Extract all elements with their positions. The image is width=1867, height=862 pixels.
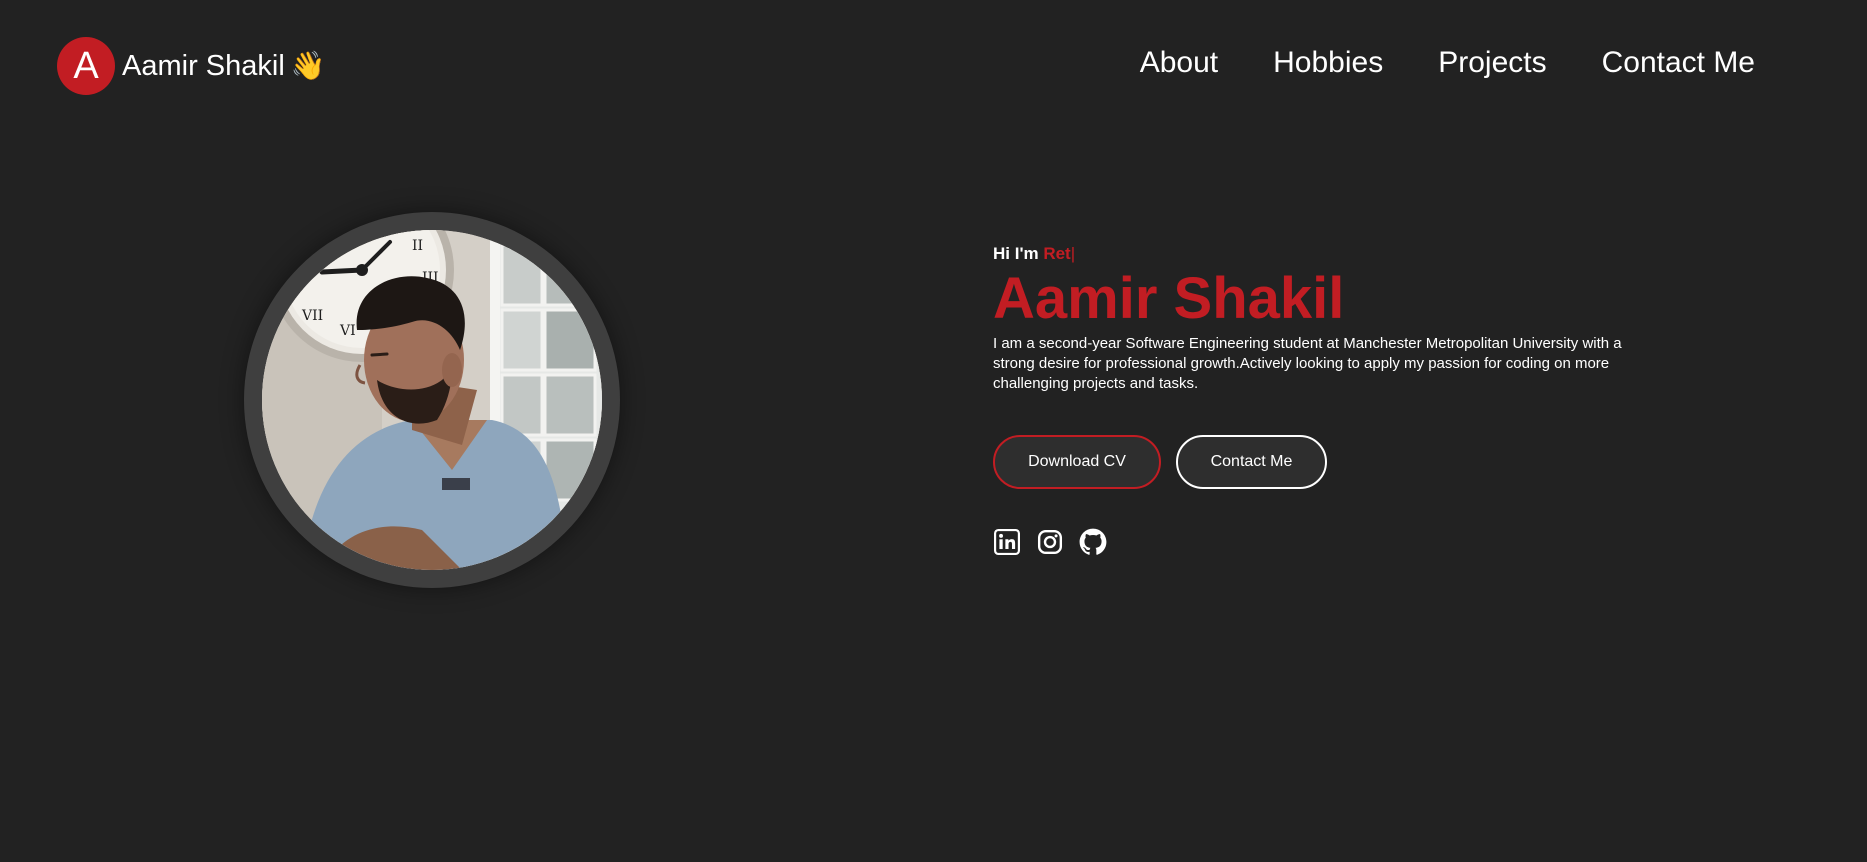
- svg-text:I: I: [377, 230, 383, 232]
- profile-photo: II III IIII V VI VII I: [262, 230, 602, 570]
- site-header: A Aamir Shakil 👋 About Hobbies Projects …: [0, 0, 1867, 136]
- nav-link-hobbies[interactable]: Hobbies: [1273, 46, 1383, 79]
- svg-text:II: II: [412, 238, 423, 254]
- nav-link-projects[interactable]: Projects: [1438, 46, 1546, 79]
- hero-section: Hi I'm Ret| Aamir Shakil I am a second-y…: [993, 242, 1633, 556]
- svg-text:VI: VI: [339, 323, 356, 339]
- logo-icon: A: [57, 37, 115, 95]
- logo-letter: A: [73, 45, 99, 87]
- nav-link-contact-me[interactable]: Contact Me: [1602, 46, 1755, 79]
- social-links: [993, 528, 1633, 556]
- instagram-icon[interactable]: [1036, 528, 1064, 556]
- profile-photo-frame: II III IIII V VI VII I: [244, 212, 620, 588]
- brand-home-link[interactable]: A Aamir Shakil 👋: [57, 37, 326, 95]
- svg-text:VII: VII: [301, 308, 323, 324]
- profile-photo-illustration: II III IIII V VI VII I: [262, 230, 602, 570]
- github-icon[interactable]: [1079, 528, 1107, 556]
- hero-name: Aamir Shakil: [993, 266, 1345, 331]
- download-cv-button[interactable]: Download CV: [993, 435, 1161, 489]
- hero-bio: I am a second-year Software Engineering …: [993, 335, 1622, 392]
- greeting-prefix: Hi I'm: [993, 244, 1044, 263]
- greeting-line: Hi I'm Ret|: [993, 242, 1633, 266]
- brand-name: Aamir Shakil: [122, 49, 285, 82]
- main-nav: About Hobbies Projects Contact Me: [1140, 46, 1755, 79]
- nav-link-about[interactable]: About: [1140, 46, 1218, 79]
- hero-buttons: Download CV Contact Me: [993, 435, 1633, 489]
- typing-cursor: |: [1070, 244, 1076, 263]
- typed-text: Ret: [1043, 244, 1071, 263]
- waving-hand-icon: 👋: [290, 50, 326, 81]
- linkedin-icon[interactable]: [993, 528, 1021, 556]
- contact-me-button[interactable]: Contact Me: [1176, 435, 1327, 489]
